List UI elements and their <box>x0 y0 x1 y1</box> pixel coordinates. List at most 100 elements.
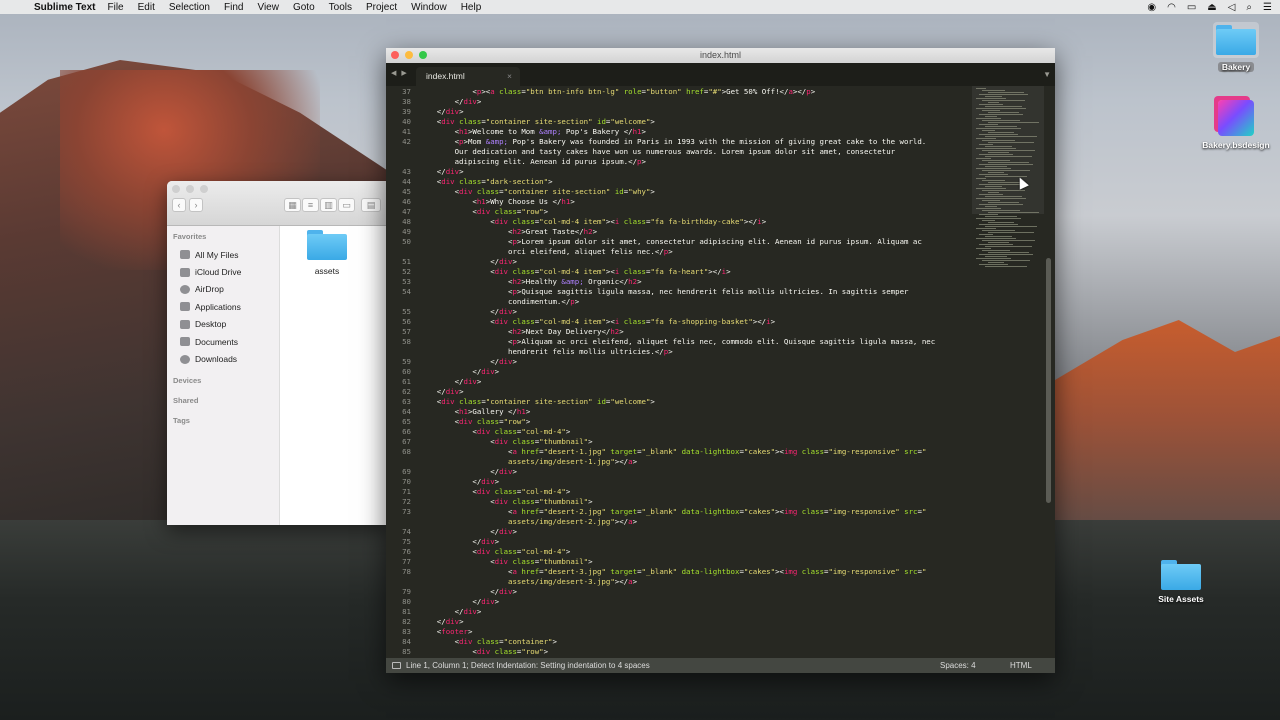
menu-edit[interactable]: Edit <box>138 2 155 13</box>
menu-file[interactable]: File <box>108 2 124 13</box>
code-line[interactable]: <div class="col-md-4 item"><i class="fa … <box>419 217 766 226</box>
code-line[interactable]: <footer> <box>419 627 473 636</box>
code-line[interactable]: <div class="col-md-4 item"><i class="fa … <box>419 267 730 276</box>
code-line[interactable]: </div> <box>419 167 464 176</box>
back-button[interactable]: ‹ <box>172 198 186 212</box>
close-button[interactable] <box>391 51 399 59</box>
code-line[interactable]: </div> <box>419 537 499 546</box>
tab-index-html[interactable]: index.html × <box>416 67 520 86</box>
menu-find[interactable]: Find <box>224 2 243 13</box>
code-line[interactable]: <div class="col-md-4"> <box>419 487 570 496</box>
code-line[interactable]: orci eleifend, aliquet felis nec.</p> <box>419 247 673 256</box>
zoom-button[interactable] <box>200 185 208 193</box>
code-line[interactable]: <div class="thumbnail"> <box>419 437 592 446</box>
code-line[interactable]: </div> <box>419 357 517 366</box>
close-button[interactable] <box>172 185 180 193</box>
code-line[interactable]: </div> <box>419 107 464 116</box>
code-line[interactable]: <p>Quisque sagittis ligula massa, nec he… <box>419 287 908 296</box>
code-line[interactable]: </div> <box>419 307 517 316</box>
code-line[interactable]: <h2>Healthy &amp; Organic</h2> <box>419 277 642 286</box>
volume-icon[interactable]: ◁ <box>1228 2 1236 13</box>
code-line[interactable]: <a href="desert-2.jpg" target="_blank" d… <box>419 507 926 516</box>
cover-flow-button[interactable]: ▭ <box>338 198 355 212</box>
code-line[interactable]: <p>Aliquam ac orci eleifend, aliquet fel… <box>419 337 935 346</box>
menu-view[interactable]: View <box>257 2 279 13</box>
code-line[interactable]: </div> <box>419 597 499 606</box>
code-line[interactable]: </div> <box>419 607 482 616</box>
code-line[interactable]: assets/img/desert-1.jpg"></a> <box>419 457 637 466</box>
code-line[interactable]: </div> <box>419 377 482 386</box>
code-line[interactable]: <h2>Great Taste</h2> <box>419 227 597 236</box>
indentation-setting[interactable]: Spaces: 4 <box>940 658 976 673</box>
code-line[interactable]: <div class="container site-section" id="… <box>419 117 655 126</box>
code-line[interactable]: assets/img/desert-3.jpg"></a> <box>419 577 637 586</box>
vertical-scrollbar[interactable] <box>1046 258 1051 503</box>
code-line[interactable]: hendrerit felis mollis ultricies.</p> <box>419 347 673 356</box>
code-line[interactable]: <div class="row"> <box>419 417 531 426</box>
desktop-site-assets-folder[interactable]: Site Assets <box>1136 560 1226 604</box>
menu-project[interactable]: Project <box>366 2 397 13</box>
column-view-button[interactable]: ▥ <box>320 198 337 212</box>
menu-app-name[interactable]: Sublime Text <box>34 2 96 13</box>
code-line[interactable]: <div class="container site-section" id="… <box>419 397 655 406</box>
code-line[interactable]: <div class="container site-section" id="… <box>419 187 655 196</box>
sidebar-item-icloud-drive[interactable]: iCloud Drive <box>167 263 279 280</box>
code-line[interactable]: <p>Lorem ipsum dolor sit amet, consectet… <box>419 237 922 246</box>
code-line[interactable]: <div class="container"> <box>419 637 557 646</box>
code-line[interactable]: </div> <box>419 257 517 266</box>
sidebar-header-tags[interactable]: Tags <box>167 412 279 430</box>
code-line[interactable]: <div class="row"> <box>419 647 548 656</box>
code-line[interactable]: </div> <box>419 367 499 376</box>
menu-goto[interactable]: Goto <box>293 2 315 13</box>
code-line[interactable]: <div class="col-md-4 item"><i class="fa … <box>419 317 775 326</box>
code-line[interactable]: <h2>Next Day Delivery</h2> <box>419 327 624 336</box>
sidebar-item-downloads[interactable]: Downloads <box>167 350 279 367</box>
panel-toggle-icon[interactable] <box>392 662 401 669</box>
zoom-button[interactable] <box>419 51 427 59</box>
tab-nav-arrows[interactable]: ◀▶ <box>391 69 412 77</box>
search-icon[interactable]: ⌕ <box>1246 2 1252 13</box>
eject-icon[interactable]: ⏏ <box>1207 2 1216 13</box>
code-line[interactable]: </div> <box>419 97 482 106</box>
code-line[interactable]: assets/img/desert-2.jpg"></a> <box>419 517 637 526</box>
code-editor[interactable]: <p><a class="btn btn-info btn-lg" role="… <box>411 86 971 658</box>
code-line[interactable]: <h1>Why Choose Us </h1> <box>419 197 574 206</box>
code-line[interactable]: <h1>Welcome to Mom &amp; Pop's Bakery </… <box>419 127 646 136</box>
code-line[interactable]: condimentum.</p> <box>419 297 579 306</box>
code-line[interactable]: </div> <box>419 387 464 396</box>
record-icon[interactable]: ◉ <box>1147 2 1156 13</box>
sidebar-item-airdrop[interactable]: AirDrop <box>167 281 279 298</box>
desktop-bsdesign-file[interactable]: Bakery.bsdesign <box>1191 100 1280 150</box>
close-tab-icon[interactable]: × <box>507 67 512 86</box>
code-line[interactable]: </div> <box>419 587 517 596</box>
minimize-button[interactable] <box>186 185 194 193</box>
sidebar-item-applications[interactable]: Applications <box>167 298 279 315</box>
syntax-setting[interactable]: HTML <box>1010 658 1032 673</box>
code-line[interactable]: Our dedication and tasty cakes have won … <box>419 147 896 156</box>
list-icon[interactable]: ☰ <box>1263 2 1272 13</box>
code-line[interactable]: <div class="thumbnail"> <box>419 557 592 566</box>
code-line[interactable]: <p><a class="btn btn-info btn-lg" role="… <box>419 87 815 96</box>
code-line[interactable]: </div> <box>419 617 464 626</box>
code-line[interactable]: <p>Mom &amp; Pop's Bakery was founded in… <box>419 137 927 146</box>
airplay-icon[interactable]: ▭ <box>1187 2 1196 13</box>
sidebar-header-shared[interactable]: Shared <box>167 392 279 410</box>
code-line[interactable]: adipiscing elit. Aenean id purus ipsum.<… <box>419 157 646 166</box>
menu-window[interactable]: Window <box>411 2 447 13</box>
arrange-button[interactable]: ▤ <box>361 198 381 212</box>
minimize-button[interactable] <box>405 51 413 59</box>
menu-tools[interactable]: Tools <box>329 2 352 13</box>
code-line[interactable]: </div> <box>419 477 499 486</box>
sidebar-header-devices[interactable]: Devices <box>167 372 279 390</box>
code-line[interactable]: <div class="col-md-4"> <box>419 547 570 556</box>
code-line[interactable]: <a href="desert-1.jpg" target="_blank" d… <box>419 447 926 456</box>
code-line[interactable]: <div class="row"> <box>419 207 548 216</box>
desktop-bakery-folder[interactable]: Bakery <box>1191 22 1280 72</box>
wifi-icon[interactable]: ◠ <box>1167 2 1176 13</box>
forward-button[interactable]: › <box>189 198 203 212</box>
code-line[interactable]: </div> <box>419 467 517 476</box>
minimap[interactable] <box>972 86 1047 658</box>
code-line[interactable]: <div class="dark-section"> <box>419 177 553 186</box>
sidebar-item-all-my-files[interactable]: All My Files <box>167 246 279 263</box>
sidebar-item-documents[interactable]: Documents <box>167 333 279 350</box>
